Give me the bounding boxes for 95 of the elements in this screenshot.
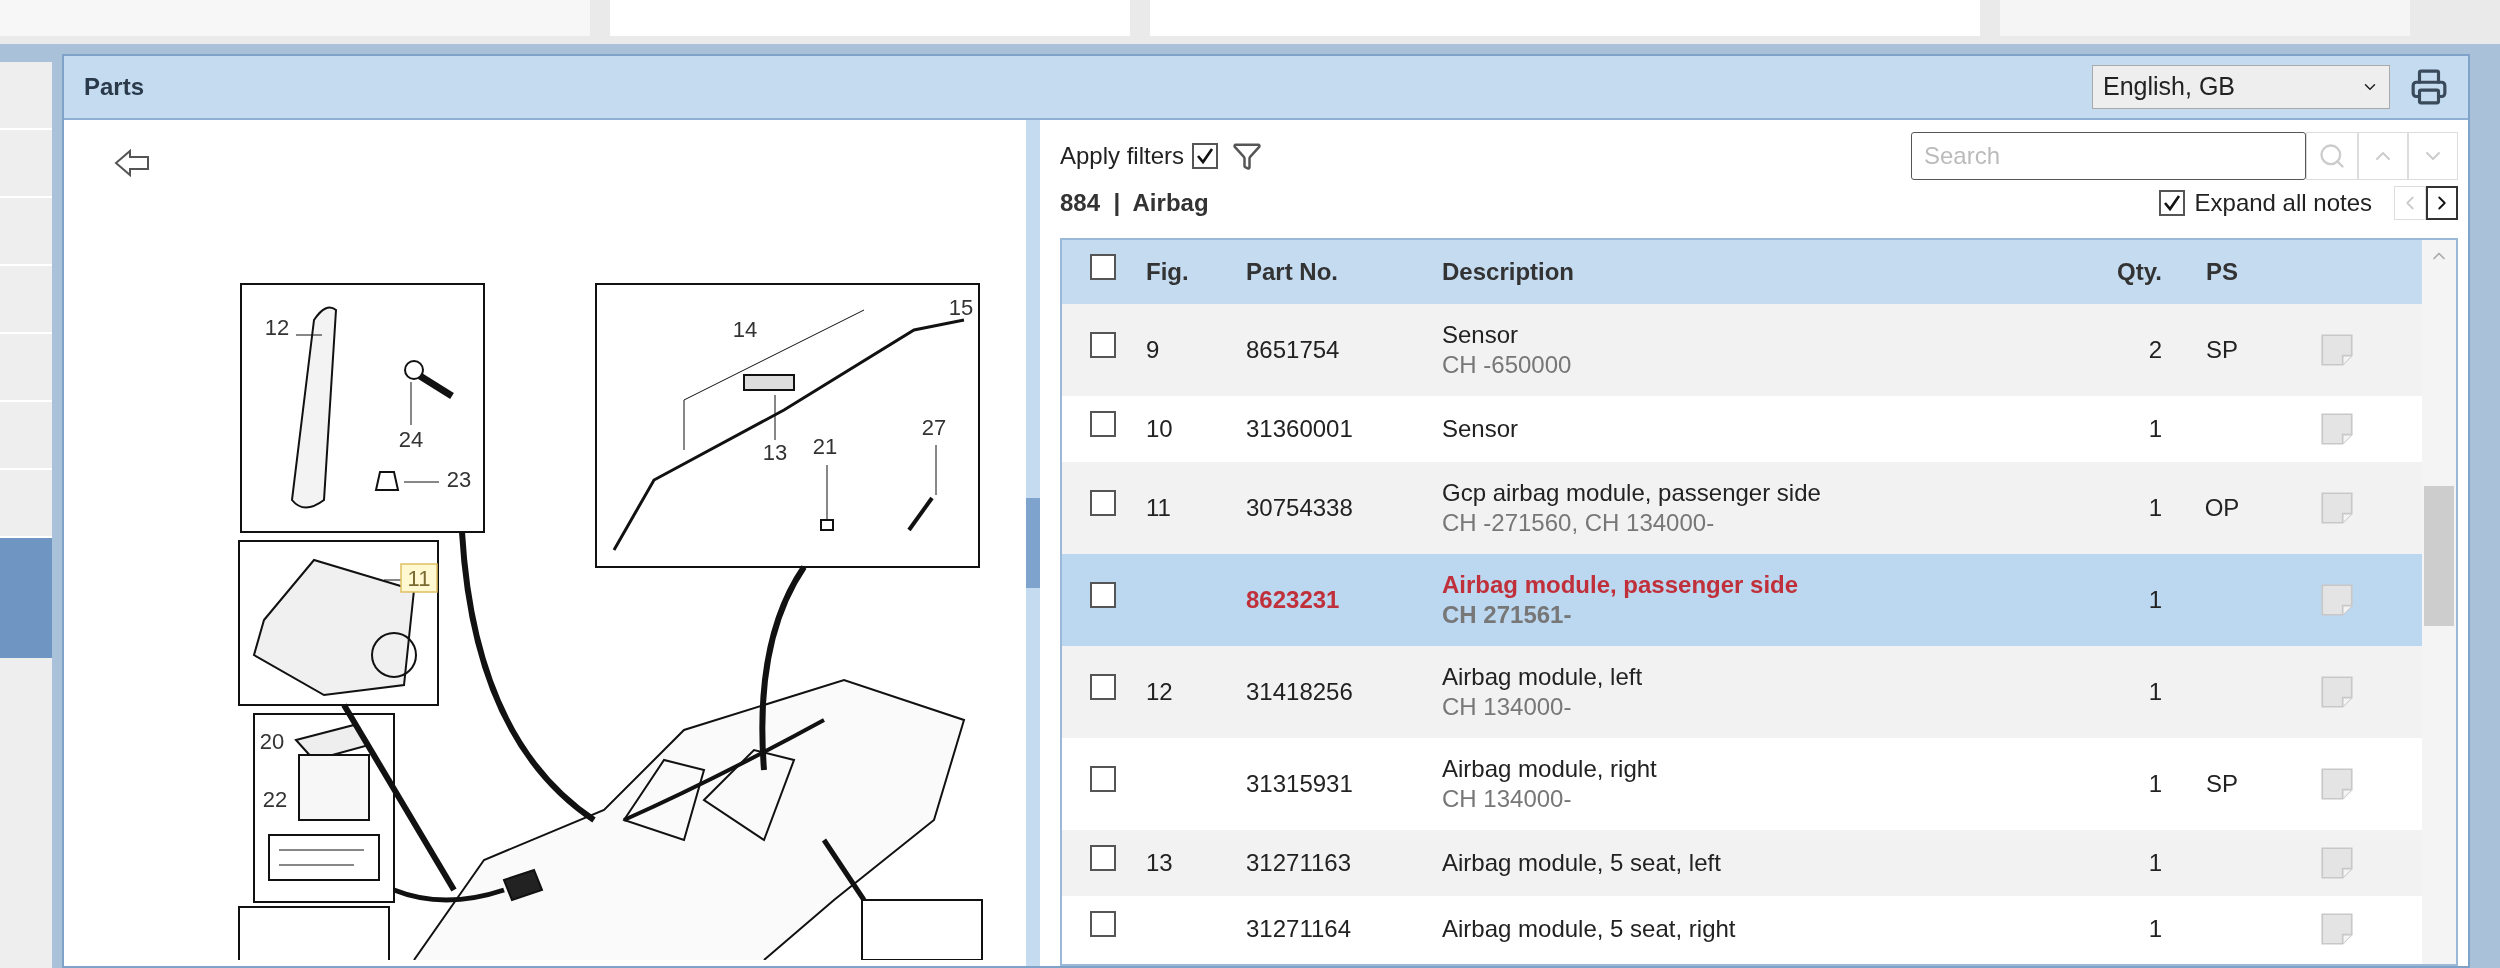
panel-title: Parts xyxy=(84,72,146,102)
ps-cell-text: OP xyxy=(2203,493,2241,523)
column-header[interactable]: Part No. xyxy=(1246,254,1442,290)
expand-notes-label: Expand all notes xyxy=(2194,188,2372,218)
note-icon[interactable] xyxy=(2320,412,2354,446)
table-row[interactable]: 11 30754338 Gcp airbag module, passenger side CH -271560, CH 134000- 1 OP xyxy=(1062,462,2422,554)
callout-number[interactable]: 20 xyxy=(259,729,285,754)
description-cell-text: Gcp airbag module, passenger side xyxy=(1442,478,1822,508)
checkbox[interactable] xyxy=(2158,190,2185,216)
qty-cell-text: 1 xyxy=(2147,769,2162,799)
description-cell-text: Airbag module, 5 seat, left xyxy=(1442,848,1722,878)
note-icon[interactable] xyxy=(2320,491,2354,525)
checkbox[interactable] xyxy=(1090,490,1116,516)
next-match-button[interactable] xyxy=(2408,132,2458,180)
description-cell-text: Airbag module, right xyxy=(1442,754,1658,784)
print-icon[interactable] xyxy=(2410,68,2448,106)
fig-cell-text: 11 xyxy=(1146,493,1172,523)
table-row[interactable]: 12 31418256 Airbag module, left CH 134000- 1 xyxy=(1062,646,2422,738)
chassis-note: CH 134000- xyxy=(1442,692,1573,722)
part-number-cell-text: 31315931 xyxy=(1246,769,1354,799)
checkbox[interactable] xyxy=(1090,674,1116,700)
description-cell-text: Sensor xyxy=(1442,414,1520,444)
checkbox[interactable] xyxy=(1090,254,1116,280)
note-icon[interactable] xyxy=(2320,846,2354,880)
description-cell-text: Airbag module, left xyxy=(1442,662,1644,692)
language-select[interactable]: English, GB xyxy=(2092,65,2390,109)
note-icon[interactable] xyxy=(2320,675,2354,709)
column-header[interactable]: Description xyxy=(1442,254,2072,290)
collapse-tab[interactable] xyxy=(0,538,52,658)
table-row[interactable]: 13 31271163 Airbag module, 5 seat, left 1 xyxy=(1062,830,2422,896)
fig-cell-text: 9 xyxy=(1146,335,1161,365)
next-button[interactable] xyxy=(2426,186,2458,220)
fig-cell-text: 12 xyxy=(1146,677,1174,707)
callout-number[interactable]: 23 xyxy=(446,467,472,492)
callout-number[interactable]: 15 xyxy=(948,295,974,320)
checkbox[interactable] xyxy=(1090,766,1116,792)
callout-number[interactable]: 21 xyxy=(812,434,838,459)
part-number-cell-text: 8651754 xyxy=(1246,335,1341,365)
chassis-note: CH 134000- xyxy=(1442,784,1573,814)
callout-number[interactable]: 11 xyxy=(400,563,438,593)
description-cell-text: Sensor xyxy=(1442,320,1520,350)
qty-cell-text: 1 xyxy=(2147,914,2162,944)
callout-number[interactable]: 27 xyxy=(921,415,947,440)
previous-match-button[interactable] xyxy=(2358,132,2408,180)
part-number-cell-text: 31360001 xyxy=(1246,414,1354,444)
fig-cell-text: 10 xyxy=(1146,414,1174,444)
ps-cell-text: SP xyxy=(2205,335,2239,365)
description-cell-text: Airbag module, 5 seat, right xyxy=(1442,914,1737,944)
checkbox[interactable] xyxy=(1192,143,1219,169)
qty-cell-text: 1 xyxy=(2147,414,2162,444)
scrollbar-thumb[interactable] xyxy=(2424,486,2454,626)
chassis-note: CH -650000 xyxy=(1442,350,1573,380)
part-number-cell-text: 31271163 xyxy=(1246,848,1352,878)
qty-cell-text: 1 xyxy=(2147,585,2162,615)
qty-cell-text: 1 xyxy=(2147,677,2162,707)
qty-cell-text: 1 xyxy=(2147,493,2162,523)
checkbox[interactable] xyxy=(1090,845,1116,871)
callout-number[interactable]: 13 xyxy=(762,440,788,465)
checkbox[interactable] xyxy=(1090,911,1116,937)
column-header[interactable]: Fig. xyxy=(1146,254,1246,290)
note-icon[interactable] xyxy=(2320,583,2354,617)
table-row[interactable]: 9 8651754 Sensor CH -650000 2 SP xyxy=(1062,304,2422,396)
note-icon[interactable] xyxy=(2320,767,2354,801)
column-header[interactable]: Qty. xyxy=(2072,254,2162,290)
callout-number[interactable]: 14 xyxy=(732,317,758,342)
search-button[interactable] xyxy=(2306,132,2358,180)
note-icon[interactable] xyxy=(2320,333,2354,367)
qty-cell-text: 2 xyxy=(2147,335,2162,365)
search-field[interactable]: Search xyxy=(1911,132,2306,180)
apply-filters-label: Apply filters xyxy=(1060,141,1185,171)
ps-cell-text: SP xyxy=(2205,769,2239,799)
checkbox[interactable] xyxy=(1090,332,1116,358)
part-number-cell-text: 31418256 xyxy=(1246,677,1354,707)
filter-icon[interactable] xyxy=(1232,141,1263,171)
part-number-cell-text: 30754338 xyxy=(1246,493,1354,523)
callout-number[interactable]: 22 xyxy=(262,787,288,812)
splitter-handle[interactable] xyxy=(1026,498,1040,588)
fig-cell-text: 13 xyxy=(1146,848,1174,878)
callout-number[interactable]: 12 xyxy=(264,315,290,340)
checkbox[interactable] xyxy=(1090,411,1116,437)
note-icon[interactable] xyxy=(2320,912,2354,946)
chassis-note: CH -271560, CH 134000- xyxy=(1442,508,1716,538)
qty-cell-text: 1 xyxy=(2147,848,2162,878)
search-icon xyxy=(2318,142,2346,170)
group-title: 884 | Airbag xyxy=(1060,188,1209,218)
chassis-note: CH 271561- xyxy=(1442,600,1573,630)
description-cell-text: Airbag module, passenger side xyxy=(1442,570,1800,600)
column-header[interactable]: PS xyxy=(2162,254,2282,290)
part-number-cell-text: 31271164 xyxy=(1246,914,1352,944)
scrollbar[interactable] xyxy=(2422,240,2456,964)
table-row[interactable]: 8623231 Airbag module, passenger side CH 271561- 1 xyxy=(1062,554,2422,646)
back-icon[interactable] xyxy=(112,148,152,178)
part-number-cell-text: 8623231 xyxy=(1246,585,1341,615)
checkbox[interactable] xyxy=(1090,582,1116,608)
callout-number[interactable]: 24 xyxy=(398,427,424,452)
